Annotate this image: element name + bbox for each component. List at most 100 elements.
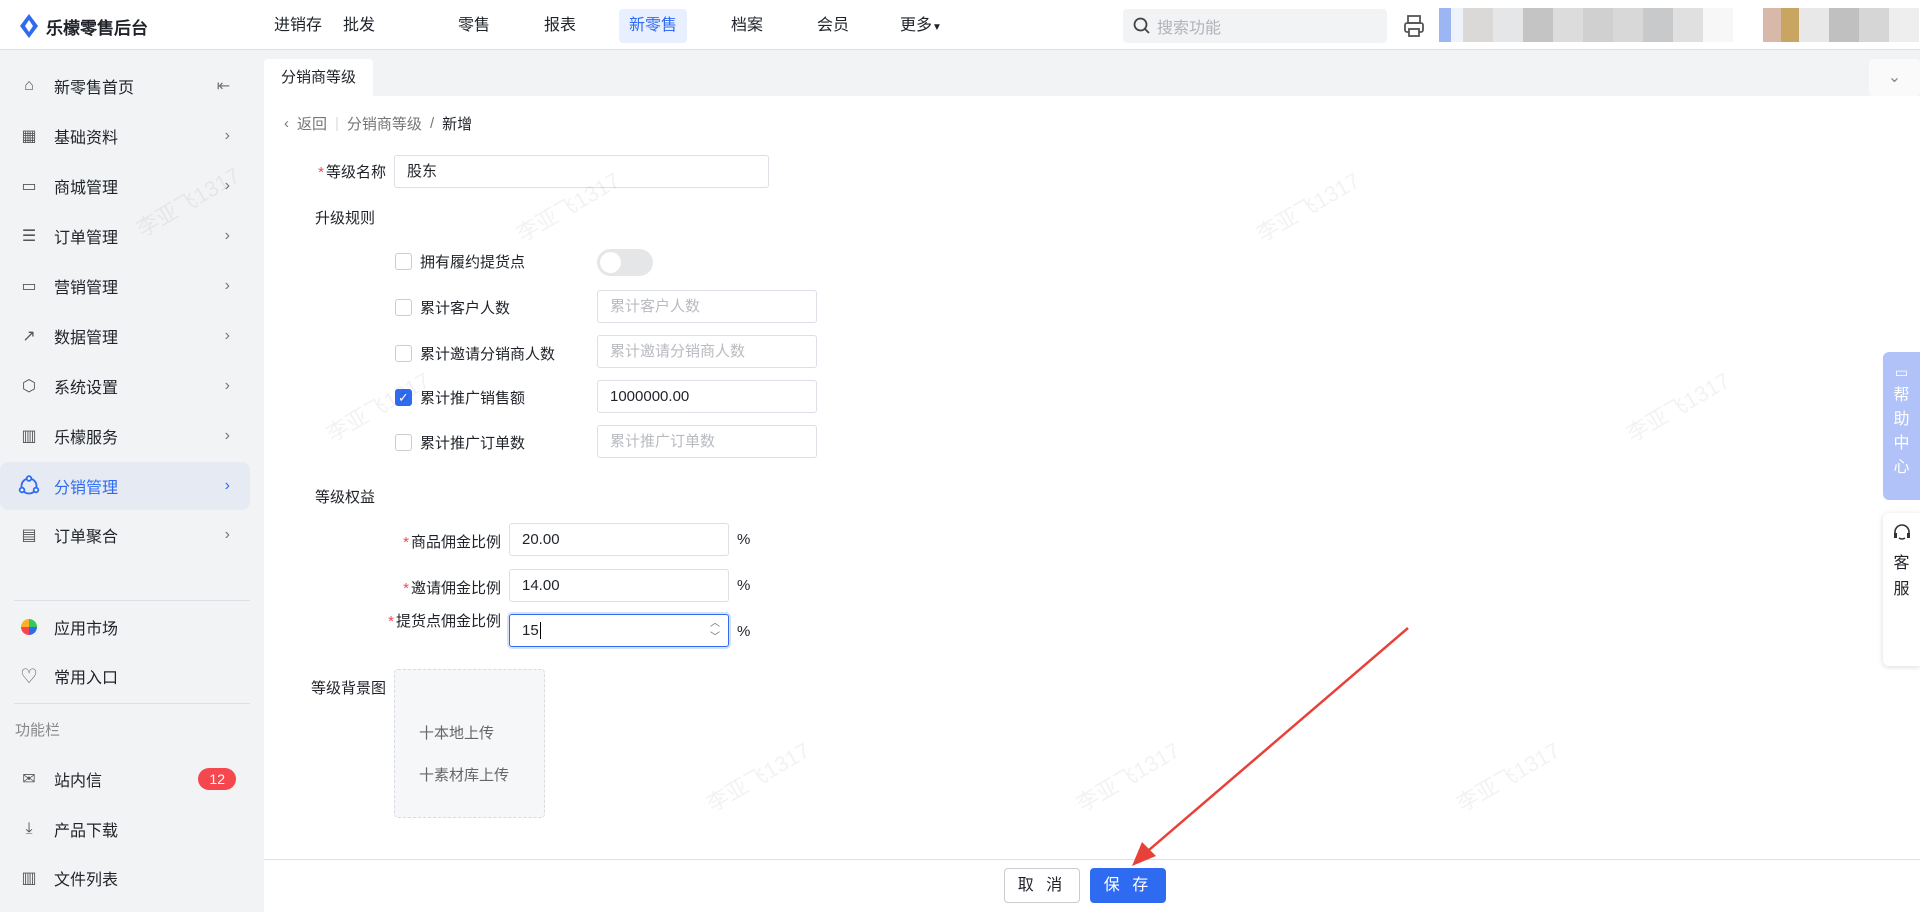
rule-label: 累计客户人数 bbox=[420, 300, 511, 317]
nav-jinxiaocun[interactable]: 进销存 bbox=[264, 9, 332, 43]
sidebar: ⌂ 新零售首页 ⇤ ▦ 基础资料 › ▭ 商城管理 › ☰ 订单管理 › ▭ 营销管理 › ↗ 数据管… bbox=[0, 50, 264, 912]
download-icon: ⤓ bbox=[25, 820, 33, 837]
sidebar-item-messages[interactable]: ✉ 站内信 12 bbox=[0, 755, 250, 803]
sidebar-item-service[interactable]: ▥ 乐檬服务 › bbox=[0, 412, 250, 460]
sidebar-item-label: 文件列表 bbox=[54, 872, 119, 889]
sidebar-item-label: 站内信 bbox=[54, 773, 103, 790]
customer-service-button[interactable]: 客 服 bbox=[1883, 513, 1920, 666]
rule-checkbox-pickup-point[interactable] bbox=[395, 253, 412, 270]
rule-checkbox-invites[interactable] bbox=[395, 345, 412, 362]
nav-dangan[interactable]: 档案 bbox=[721, 9, 773, 43]
collapse-sidebar-icon[interactable]: ⇤ bbox=[217, 76, 230, 96]
sidebar-item-distribution[interactable]: 分销管理 › bbox=[0, 462, 250, 510]
sidebar-item-file-list[interactable]: ▥ 文件列表 bbox=[0, 854, 250, 902]
app-title: 乐檬零售后台 bbox=[46, 18, 148, 38]
sidebar-item-label: 数据管理 bbox=[54, 330, 119, 347]
invites-input[interactable]: 累计邀请分销商人数 bbox=[597, 335, 817, 368]
upload-local-button[interactable]: 十本地上传 bbox=[419, 722, 494, 743]
nav-xinlingshou[interactable]: 新零售 bbox=[618, 9, 688, 43]
sidebar-item-label: 订单聚合 bbox=[54, 529, 119, 546]
sidebar-item-mall[interactable]: ▭ 商城管理 › bbox=[0, 162, 250, 210]
sidebar-item-label: 订单管理 bbox=[54, 230, 119, 247]
tabs-dropdown-icon[interactable]: ⌄ bbox=[1869, 59, 1920, 96]
chevron-right-icon: › bbox=[224, 526, 230, 543]
percent-unit: % bbox=[737, 531, 751, 548]
sidebar-item-label: 营销管理 bbox=[54, 280, 119, 297]
settings-icon: ⬡ bbox=[22, 378, 36, 395]
sidebar-item-label: 商城管理 bbox=[54, 180, 119, 197]
breadcrumb-current: 新增 bbox=[442, 116, 473, 133]
chevron-right-icon: › bbox=[224, 177, 230, 194]
service-icon: ▥ bbox=[21, 428, 37, 445]
printer-icon[interactable] bbox=[1403, 14, 1425, 43]
rule-checkbox-customers[interactable] bbox=[395, 299, 412, 316]
back-icon[interactable]: ‹ bbox=[284, 115, 289, 132]
pickup-point-toggle[interactable] bbox=[597, 249, 653, 276]
help-char: 心 bbox=[1893, 459, 1910, 476]
sidebar-item-marketing[interactable]: ▭ 营销管理 › bbox=[0, 262, 250, 310]
chevron-right-icon: › bbox=[224, 127, 230, 144]
search-input[interactable]: 搜索功能 bbox=[1123, 9, 1387, 43]
number-stepper-icon[interactable]: ︿ ﹀ bbox=[710, 615, 720, 645]
chevron-right-icon: › bbox=[224, 477, 230, 494]
level-name-label-text: 等级名称 bbox=[325, 164, 386, 181]
rule-checkbox-sales[interactable]: ✓ bbox=[395, 389, 412, 406]
sidebar-item-label: 产品下载 bbox=[54, 823, 119, 840]
chart-icon: ↗ bbox=[22, 328, 36, 345]
breadcrumb-parent[interactable]: 分销商等级 bbox=[347, 113, 422, 134]
mail-icon: ✉ bbox=[22, 771, 36, 788]
chevron-right-icon: › bbox=[224, 227, 230, 244]
nav-pifa[interactable]: 批发 bbox=[333, 9, 385, 43]
percent-unit: % bbox=[737, 623, 751, 640]
sidebar-item-label: 应用市场 bbox=[54, 621, 119, 638]
nav-baobiao[interactable]: 报表 bbox=[534, 9, 586, 43]
orders-input[interactable]: 累计推广订单数 bbox=[597, 425, 817, 458]
pickup-commission-label: * 提货点佣金比例 bbox=[388, 613, 501, 630]
file-list-icon: ▥ bbox=[21, 870, 37, 887]
pickup-commission-input[interactable]: 15 ︿ ﹀ bbox=[509, 614, 729, 647]
sidebar-item-app-market[interactable]: 应用市场 bbox=[0, 603, 250, 651]
section-title: 功能栏 bbox=[15, 722, 61, 739]
nav-more[interactable]: 更多▼ bbox=[890, 9, 952, 43]
product-commission-input[interactable]: 20.00 bbox=[509, 523, 729, 556]
sidebar-divider bbox=[14, 703, 250, 704]
sidebar-item-basic-data[interactable]: ▦ 基础资料 › bbox=[0, 112, 250, 160]
sidebar-item-label: 新零售首页 bbox=[54, 80, 135, 97]
caret-down-icon: ▼ bbox=[932, 22, 942, 33]
user-profile-blurred[interactable] bbox=[1439, 8, 1919, 42]
upload-library-button[interactable]: 十素材库上传 bbox=[419, 764, 509, 785]
chevron-right-icon: › bbox=[224, 327, 230, 344]
sidebar-item-home[interactable]: ⌂ 新零售首页 ⇤ bbox=[0, 62, 250, 110]
sidebar-item-label: 乐檬服务 bbox=[54, 430, 119, 447]
app-market-icon bbox=[18, 616, 40, 638]
sales-input[interactable]: 1000000.00 bbox=[597, 380, 817, 413]
sidebar-item-label: 系统设置 bbox=[54, 380, 119, 397]
level-name-input[interactable]: 股东 bbox=[394, 155, 769, 188]
message-icon: ▭ bbox=[1894, 364, 1909, 380]
sidebar-item-downloads[interactable]: ⤓ 产品下载 bbox=[0, 805, 250, 853]
rule-label: 累计推广订单数 bbox=[420, 435, 526, 452]
sidebar-item-data[interactable]: ↗ 数据管理 › bbox=[0, 312, 250, 360]
grid-icon: ▦ bbox=[21, 128, 37, 145]
invite-commission-input[interactable]: 14.00 bbox=[509, 569, 729, 602]
help-center-button[interactable]: ▭ 帮 助 中 心 bbox=[1883, 352, 1920, 500]
customers-input[interactable]: 累计客户人数 bbox=[597, 290, 817, 323]
sidebar-item-label: 基础资料 bbox=[54, 130, 119, 147]
help-char: 帮 bbox=[1893, 387, 1910, 404]
pickup-commission-value: 15 bbox=[522, 622, 539, 639]
cancel-button[interactable]: 取 消 bbox=[1004, 868, 1080, 903]
sidebar-item-favorites[interactable]: ♡ 常用入口 bbox=[0, 652, 250, 700]
back-link[interactable]: 返回 bbox=[297, 113, 327, 134]
rule-checkbox-orders[interactable] bbox=[395, 434, 412, 451]
app-logo[interactable]: 乐檬零售后台 bbox=[18, 13, 148, 39]
sidebar-item-orders[interactable]: ☰ 订单管理 › bbox=[0, 212, 250, 260]
nav-lingshou[interactable]: 零售 bbox=[448, 9, 500, 43]
search-icon bbox=[1133, 17, 1150, 34]
tab-distributor-level[interactable]: 分销商等级 bbox=[264, 59, 373, 96]
sidebar-item-order-aggregate[interactable]: ▤ 订单聚合 › bbox=[0, 511, 250, 559]
breadcrumb-separator: / bbox=[429, 115, 435, 132]
unread-badge: 12 bbox=[198, 768, 236, 790]
nav-huiyuan[interactable]: 会员 bbox=[807, 9, 859, 43]
sidebar-divider bbox=[14, 600, 250, 601]
sidebar-item-settings[interactable]: ⬡ 系统设置 › bbox=[0, 362, 250, 410]
